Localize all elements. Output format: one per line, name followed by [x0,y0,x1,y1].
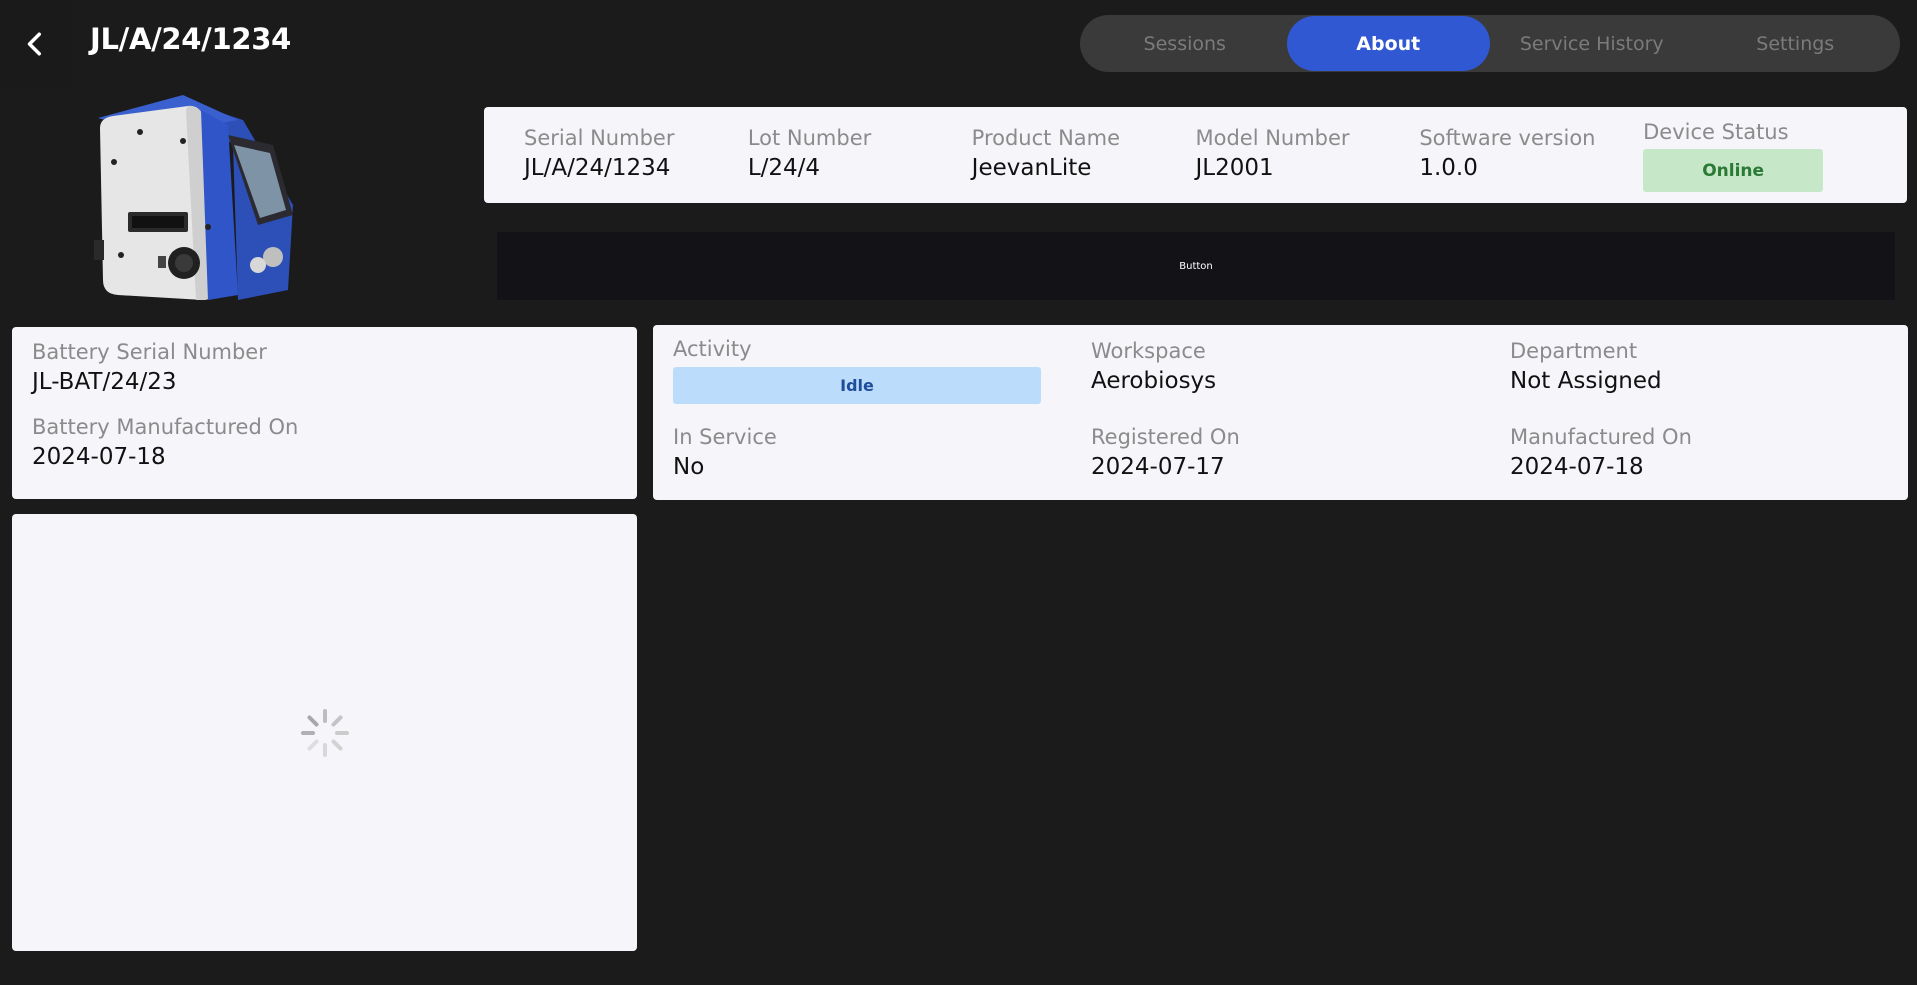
action-button[interactable]: Button [497,232,1895,300]
battery-manufactured-label: Battery Manufactured On [32,415,299,439]
workspace-label: Workspace [1091,339,1206,363]
device-status-field: Device Status Online [1643,107,1867,203]
device-status-label: Device Status [1643,120,1789,144]
product-name-field: Product Name JeevanLite [972,107,1196,203]
registered-on-value: 2024-07-17 [1091,454,1225,480]
tab-bar: Sessions About Service History Settings [1080,15,1900,72]
in-service-value: No [673,454,705,480]
status-badge: Online [1643,149,1824,192]
activity-card: Activity Idle Workspace Aerobiosys Depar… [653,325,1908,500]
lot-number-field: Lot Number L/24/4 [748,107,972,203]
serial-number-value: JL/A/24/1234 [524,155,671,181]
product-name-value: JeevanLite [971,155,1092,181]
workspace-field: Workspace Aerobiosys [1091,339,1216,394]
tab-settings[interactable]: Settings [1694,16,1898,71]
department-label: Department [1510,339,1638,363]
department-field: Department Not Assigned [1510,339,1662,394]
registered-on-label: Registered On [1091,425,1240,449]
in-service-label: In Service [673,425,777,449]
tab-about[interactable]: About [1286,16,1490,71]
device-image [88,90,298,305]
lot-number-value: L/24/4 [747,155,821,181]
software-version-label: Software version [1419,126,1596,150]
workspace-value: Aerobiosys [1091,368,1217,394]
activity-badge: Idle [673,367,1041,404]
battery-serial-label: Battery Serial Number [32,340,267,364]
model-number-value: JL2001 [1195,155,1274,181]
activity-field: Activity Idle [673,337,1041,404]
tab-service-history[interactable]: Service History [1490,16,1694,71]
serial-number-field: Serial Number JL/A/24/1234 [524,107,748,203]
department-value: Not Assigned [1510,368,1662,394]
device-about-page: JL/A/24/1234 Sessions About Service Hist… [0,0,1917,985]
serial-number-label: Serial Number [524,126,675,150]
battery-card: Battery Serial Number JL-BAT/24/23 Batte… [12,327,637,499]
battery-manufactured-field: Battery Manufactured On 2024-07-18 [32,415,617,470]
model-number-field: Model Number JL2001 [1195,107,1419,203]
lot-number-label: Lot Number [747,126,872,150]
manufactured-on-label: Manufactured On [1510,425,1692,449]
back-button[interactable] [0,0,72,88]
loading-panel [12,514,637,951]
battery-serial-value: JL-BAT/24/23 [32,369,177,395]
chevron-left-icon [27,32,41,56]
spinner-icon [300,708,349,757]
device-info-card: Serial Number JL/A/24/1234 Lot Number L/… [484,107,1907,203]
in-service-field: In Service No [673,425,777,480]
battery-serial-field: Battery Serial Number JL-BAT/24/23 [32,340,617,395]
battery-manufactured-value: 2024-07-18 [32,444,166,470]
model-number-label: Model Number [1195,126,1350,150]
activity-label: Activity [673,337,752,361]
registered-on-field: Registered On 2024-07-17 [1091,425,1240,480]
page-title: JL/A/24/1234 [90,22,291,56]
software-version-field: Software version 1.0.0 [1419,107,1643,203]
manufactured-on-value: 2024-07-18 [1510,454,1644,480]
tab-sessions[interactable]: Sessions [1083,16,1287,71]
product-name-label: Product Name [971,126,1121,150]
manufactured-on-field: Manufactured On 2024-07-18 [1510,425,1692,480]
software-version-value: 1.0.0 [1419,155,1478,181]
